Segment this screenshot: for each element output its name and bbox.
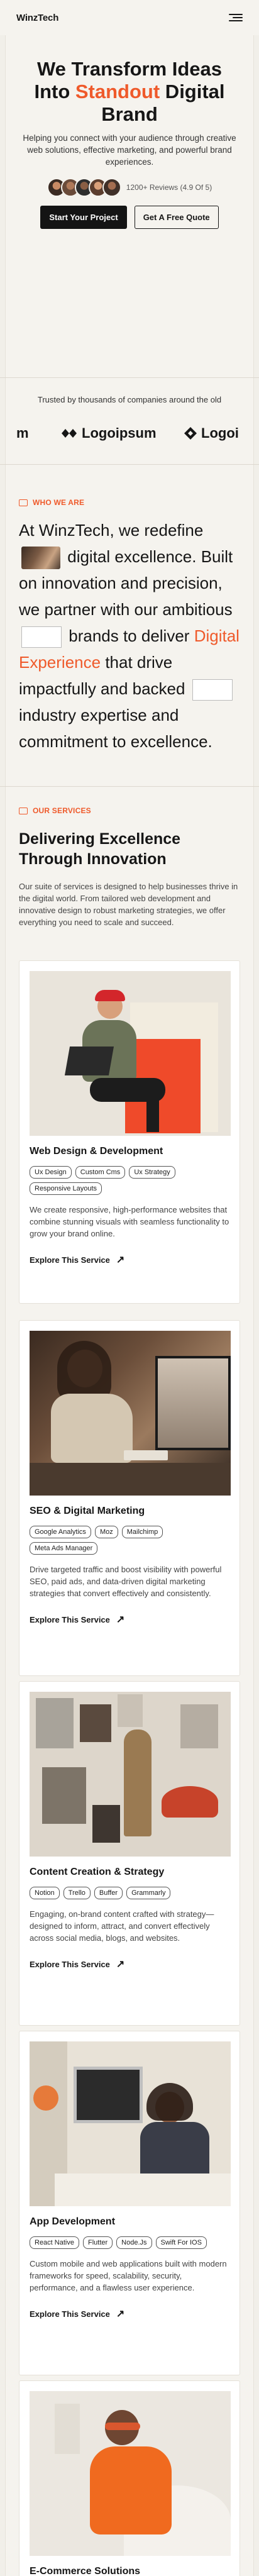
section-divider <box>0 377 259 378</box>
service-description: Drive targeted traffic and boost visibil… <box>30 1565 222 1598</box>
arrow-up-right-icon: ↗ <box>116 1255 125 1265</box>
service-description: We create responsive, high-performance w… <box>30 1205 229 1238</box>
service-image <box>30 1331 231 1496</box>
service-tag: React Native <box>30 2236 79 2249</box>
hero-title: We Transform Ideas Into Standout Digital… <box>34 58 225 125</box>
broken-image-placeholder <box>21 626 62 648</box>
start-project-button[interactable]: Start Your Project <box>40 206 127 229</box>
service-tag: Trello <box>63 1887 91 1899</box>
services-description: Our suite of services is designed to hel… <box>19 882 238 927</box>
reviews-count: 1200+ Reviews (4.9 Of 5) <box>126 183 212 192</box>
services-eyebrow: OUR SERVICES <box>19 806 91 815</box>
service-tag: Node.Js <box>116 2236 152 2249</box>
client-logo: m <box>16 425 29 441</box>
hamburger-menu-icon[interactable] <box>229 13 243 23</box>
service-title: App Development <box>30 2216 116 2227</box>
service-card: E-Commerce Solutions <box>19 2380 240 2576</box>
service-tags: React Native Flutter Node.Js Swift For I… <box>30 2236 229 2249</box>
tag-icon <box>19 807 28 814</box>
reviewer-avatars <box>47 178 121 197</box>
free-quote-button[interactable]: Get A Free Quote <box>134 206 219 229</box>
hero-title-accent: Standout <box>75 80 160 103</box>
service-tag: Flutter <box>82 2236 113 2249</box>
service-title: Content Creation & Strategy <box>30 1867 165 1877</box>
trusted-text: Trusted by thousands of companies around… <box>37 395 222 404</box>
service-title: E-Commerce Solutions <box>30 2566 141 2576</box>
service-card: Web Design & Development Ux Design Custo… <box>19 960 240 1304</box>
arrow-up-right-icon: ↗ <box>116 1614 125 1625</box>
service-image <box>30 971 231 1136</box>
section-divider <box>0 786 259 787</box>
service-image <box>30 2391 231 2556</box>
service-tag: Notion <box>30 1887 60 1899</box>
brand-wordmark: WinzTech <box>16 12 59 23</box>
service-tag: Google Analytics <box>30 1526 91 1538</box>
brand-logo[interactable]: WinzTech <box>16 13 58 23</box>
service-description: Engaging, on-brand content crafted with … <box>30 1909 214 1943</box>
arrow-up-right-icon: ↗ <box>116 2309 125 2319</box>
avatar <box>102 178 121 197</box>
service-title: Web Design & Development <box>30 1146 163 1157</box>
tag-icon <box>19 499 28 506</box>
client-logo: Logoi <box>184 425 239 441</box>
service-tag: Custom Cms <box>75 1166 126 1179</box>
explore-service-link[interactable]: Explore This Service ↗ <box>30 1253 229 1266</box>
logoipsum-diamond-icon <box>184 427 197 440</box>
reviews-summary: 1200+ Reviews (4.9 Of 5) <box>0 178 259 197</box>
service-tags: Google Analytics Moz Mailchimp Meta Ads … <box>30 1526 229 1555</box>
team-photo-inline <box>21 547 60 570</box>
service-title: SEO & Digital Marketing <box>30 1506 145 1516</box>
hero-section: We Transform Ideas Into Standout Digital… <box>0 58 259 229</box>
services-title: Delivering Excellence Through Innovation <box>19 830 181 868</box>
section-divider <box>0 464 259 465</box>
client-logo: Logoipsum <box>60 425 157 441</box>
service-tag: Meta Ads Manager <box>30 1542 98 1555</box>
service-tag: Mailchimp <box>121 1526 163 1538</box>
service-tag: Moz <box>94 1526 118 1538</box>
hero-ctas: Start Your Project Get A Free Quote <box>0 206 259 229</box>
arrow-up-right-icon: ↗ <box>116 1959 125 1970</box>
service-tags: Ux Design Custom Cms Ux Strategy Respons… <box>30 1166 229 1195</box>
service-card: App Development React Native Flutter Nod… <box>19 2031 240 2375</box>
hero-subtitle: Helping you connect with your audience t… <box>23 133 236 167</box>
explore-service-link[interactable]: Explore This Service ↗ <box>30 1613 229 1626</box>
service-tag: Swift For IOS <box>155 2236 207 2249</box>
service-card: Content Creation & Strategy Notion Trell… <box>19 1681 240 2026</box>
service-image <box>30 1692 231 1857</box>
service-image <box>30 2041 231 2206</box>
explore-service-link[interactable]: Explore This Service ↗ <box>30 1958 229 1970</box>
top-nav: WinzTech <box>0 0 259 35</box>
who-we-are-eyebrow: WHO WE ARE <box>19 498 84 507</box>
explore-service-link[interactable]: Explore This Service ↗ <box>30 2307 229 2320</box>
service-card: SEO & Digital Marketing Google Analytics… <box>19 1320 240 1676</box>
client-logos: m Logoipsum Logoi <box>0 423 259 445</box>
about-statement: At WinzTech, we redefine digital excelle… <box>19 521 240 751</box>
logoipsum-mark-icon <box>62 429 77 438</box>
service-tag: Responsive Layouts <box>30 1182 102 1195</box>
broken-image-placeholder <box>192 679 233 701</box>
service-tag: Grammarly <box>126 1887 171 1899</box>
service-tag: Ux Strategy <box>129 1166 175 1179</box>
service-tag: Buffer <box>94 1887 123 1899</box>
service-description: Custom mobile and web applications built… <box>30 2259 227 2292</box>
service-tags: Notion Trello Buffer Grammarly <box>30 1887 229 1899</box>
service-tag: Ux Design <box>30 1166 72 1179</box>
